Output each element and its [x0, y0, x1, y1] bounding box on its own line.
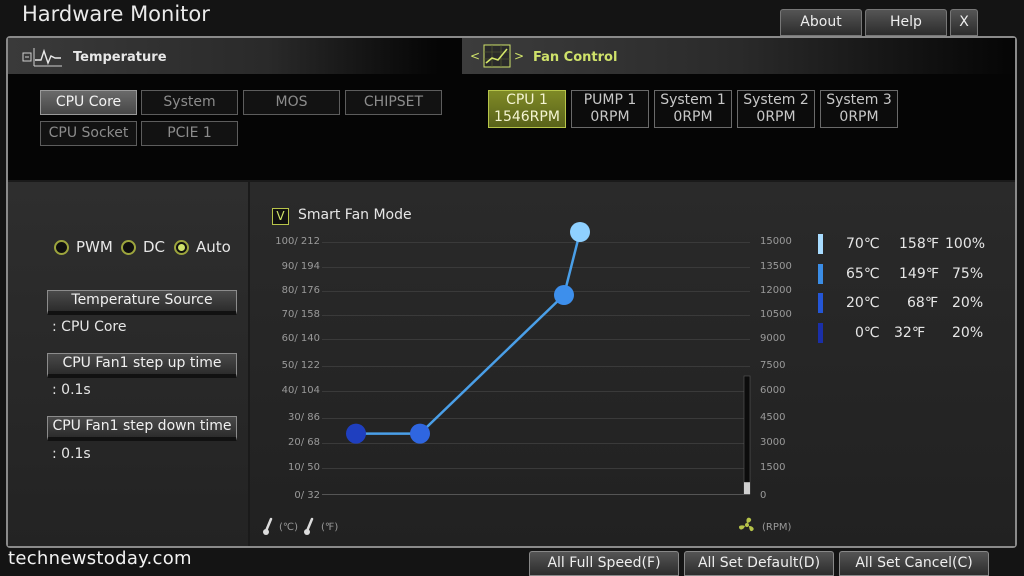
legend-percent: 75%: [952, 266, 984, 282]
thermometer-icon: [304, 517, 314, 535]
legend-swatch: [818, 293, 823, 313]
fan-curve-chart[interactable]: [0, 0, 1024, 576]
legend-swatch: [818, 323, 823, 343]
all-full-speed-button[interactable]: All Full Speed(F): [529, 551, 679, 576]
fan-curve-point[interactable]: [410, 423, 430, 444]
all-set-default-button[interactable]: All Set Default(D): [684, 551, 834, 576]
thermometer-icon: [263, 517, 273, 535]
legend-celsius: 20℃: [846, 295, 880, 311]
legend-celsius: 70℃: [846, 236, 880, 252]
unit-celsius: (℃): [279, 522, 299, 533]
fan-curve-point[interactable]: [554, 285, 574, 305]
legend-fahrenheit: 158℉: [899, 236, 940, 252]
watermark: technewstoday.com: [8, 548, 192, 569]
legend-celsius: 65℃: [846, 266, 880, 282]
legend-fahrenheit: 149℉: [899, 266, 940, 282]
legend-percent: 20%: [952, 325, 984, 341]
all-set-cancel-button[interactable]: All Set Cancel(C): [839, 551, 989, 576]
legend-percent: 20%: [952, 295, 984, 311]
fan-curve-line: [356, 231, 582, 435]
legend-celsius: 0℃: [855, 325, 880, 341]
unit-fahrenheit: (℉): [321, 522, 339, 533]
fan-curve-point[interactable]: [570, 222, 590, 242]
legend-fahrenheit: 68℉: [907, 295, 939, 311]
fan-icon: [739, 517, 754, 532]
unit-rpm: (RPM): [762, 522, 792, 533]
legend-percent: 100%: [945, 236, 986, 252]
rpm-gauge-track: [743, 375, 751, 495]
legend-swatch: [818, 234, 823, 254]
rpm-gauge-fill: [744, 482, 750, 494]
fan-curve-point[interactable]: [346, 423, 366, 444]
legend-fahrenheit: 32℉: [894, 325, 926, 341]
legend-swatch: [818, 264, 823, 284]
